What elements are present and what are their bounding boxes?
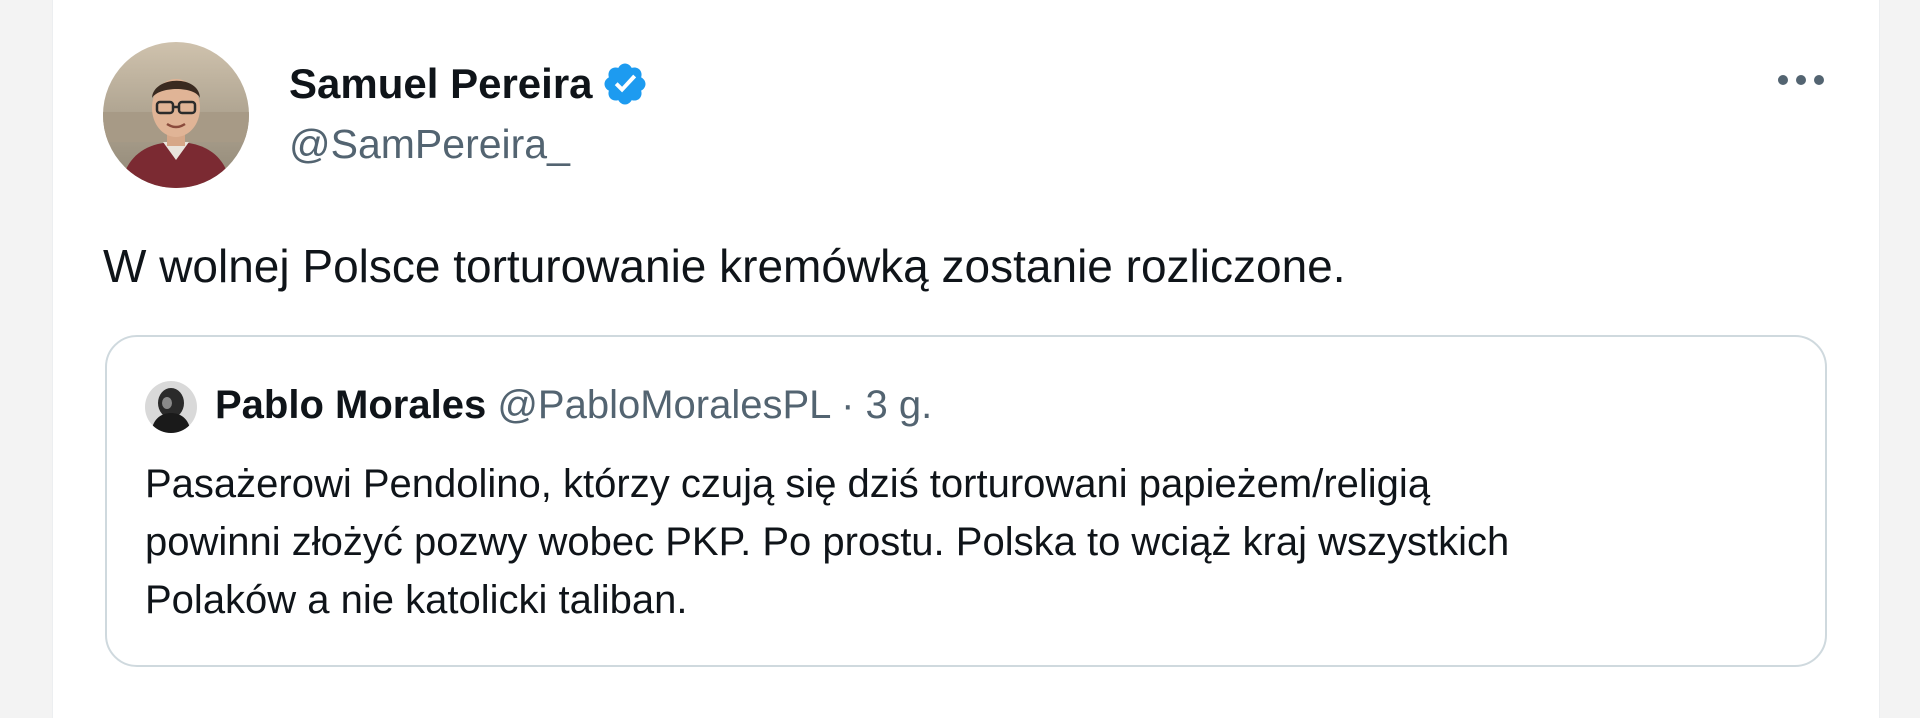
author-handle[interactable]: @SamPereira_ xyxy=(289,118,570,170)
tweet-card[interactable]: Samuel Pereira @SamPereira_ W wolnej Pol… xyxy=(52,0,1880,718)
quoted-text-line: Polaków a nie katolicki taliban. xyxy=(145,578,688,622)
quoted-timestamp[interactable]: 3 g. xyxy=(866,383,933,427)
verified-badge-icon xyxy=(604,63,646,105)
quoted-text: Pasażerowi Pendolino, którzy czują się d… xyxy=(145,455,1795,629)
quoted-text-line: powinni złożyć pozwy wobec PKP. Po prost… xyxy=(145,520,1510,564)
quoted-tweet[interactable]: Pablo Morales @PabloMoralesPL · 3 g. Pas… xyxy=(105,335,1827,667)
author-name-text: Samuel Pereira xyxy=(289,60,593,107)
author-name[interactable]: Samuel Pereira xyxy=(289,58,649,110)
quoted-author-avatar[interactable] xyxy=(145,381,197,433)
more-options-button[interactable] xyxy=(1769,58,1833,102)
quoted-author-handle[interactable]: @PabloMoralesPL xyxy=(497,383,830,427)
quoted-text-line: Pasażerowi Pendolino, którzy czują się d… xyxy=(145,462,1431,506)
author-avatar[interactable] xyxy=(103,42,249,188)
tweet-text: W wolnej Polsce torturowanie kremówką zo… xyxy=(103,240,1346,292)
quoted-author-name[interactable]: Pablo Morales xyxy=(215,383,486,427)
quoted-header: Pablo Morales @PabloMoralesPL · 3 g. xyxy=(215,379,932,431)
quoted-separator: · xyxy=(841,383,855,427)
more-options-icon xyxy=(1778,75,1824,85)
